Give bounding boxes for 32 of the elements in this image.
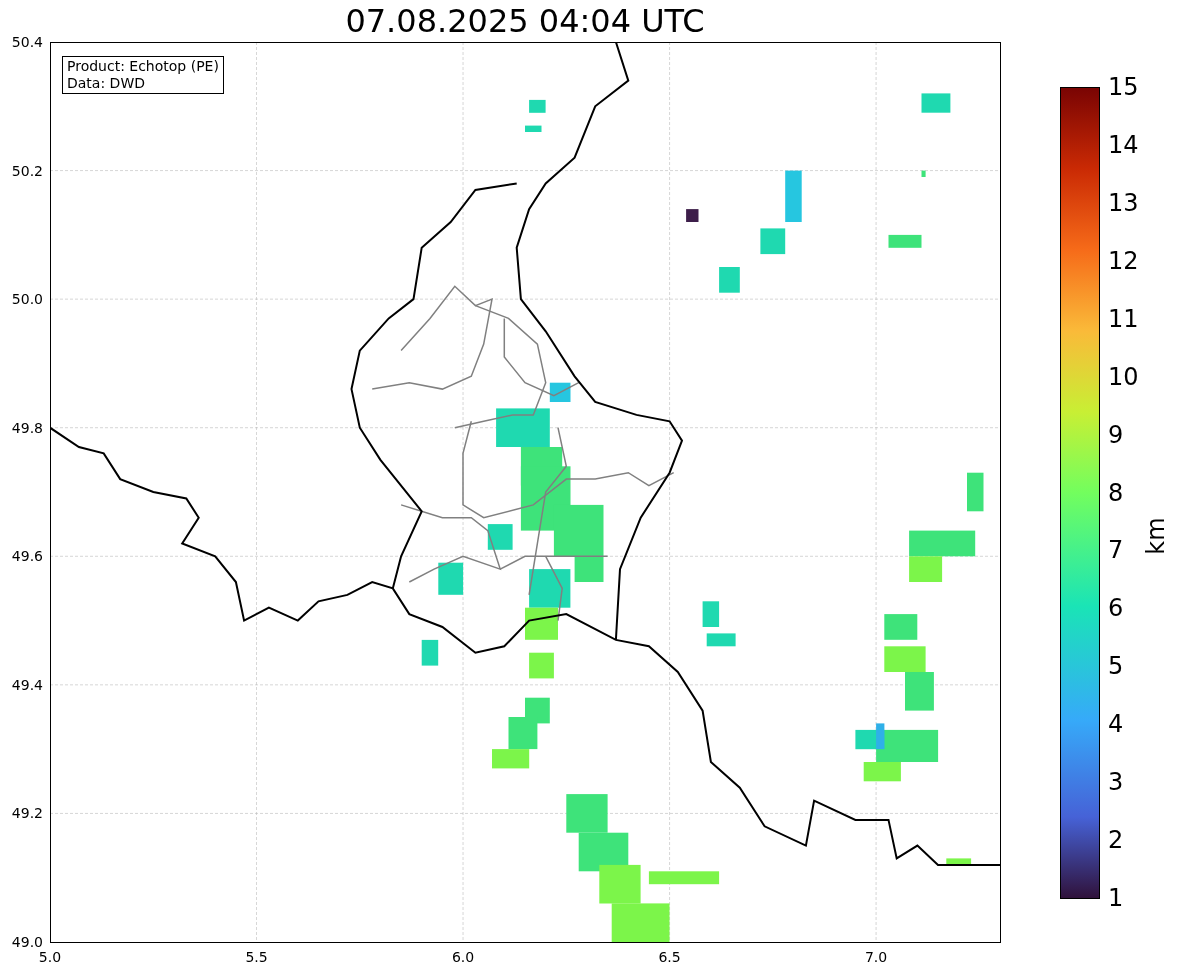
- y-tick-label: 49.0: [11, 934, 43, 950]
- colorbar-label: km: [1141, 517, 1170, 555]
- y-tick-label: 50.2: [11, 162, 43, 179]
- colorbar-tick-label: 13: [1108, 188, 1139, 217]
- y-tick-label: 50.4: [11, 34, 43, 50]
- y-tick-label: 50.0: [11, 291, 43, 308]
- y-tick-label: 49.2: [11, 805, 43, 822]
- x-tick-label: 5.5: [245, 949, 268, 965]
- colorbar-tick-label: 5: [1108, 652, 1124, 681]
- colorbar-tick-label: 11: [1108, 304, 1139, 333]
- x-tick-label: 5.0: [38, 949, 62, 965]
- info-text: Data: DWD: [67, 75, 146, 92]
- colorbar-tick-label: 14: [1108, 130, 1139, 159]
- colorbar-tick-label: 3: [1108, 768, 1124, 797]
- colorbar-tick-label: 9: [1108, 420, 1124, 449]
- x-tick-label: 6.0: [451, 949, 475, 965]
- chart-title: 07.08.2025 04:04 UTC: [345, 1, 705, 42]
- colorbar-tick-label: 6: [1108, 594, 1124, 623]
- y-tick-label: 49.8: [11, 419, 43, 436]
- colorbar-tick-label: 15: [1108, 73, 1139, 101]
- x-tick-label: 6.5: [658, 949, 681, 965]
- info-text: Product: Echotop (PE): [67, 58, 219, 75]
- colorbar-tick-label: 2: [1108, 826, 1124, 855]
- y-tick-label: 49.6: [11, 548, 43, 565]
- colorbar-tick-label: 10: [1108, 362, 1139, 391]
- x-tick-label: 7.0: [864, 949, 888, 965]
- colorbar-tick-label: 12: [1108, 246, 1139, 275]
- colorbar-tick-label: 8: [1108, 478, 1124, 507]
- colorbar-tick-label: 4: [1108, 710, 1124, 739]
- colorbar-tick-label: 1: [1108, 884, 1124, 912]
- y-tick-label: 49.4: [11, 676, 43, 693]
- colorbar-tick-label: 7: [1108, 536, 1124, 565]
